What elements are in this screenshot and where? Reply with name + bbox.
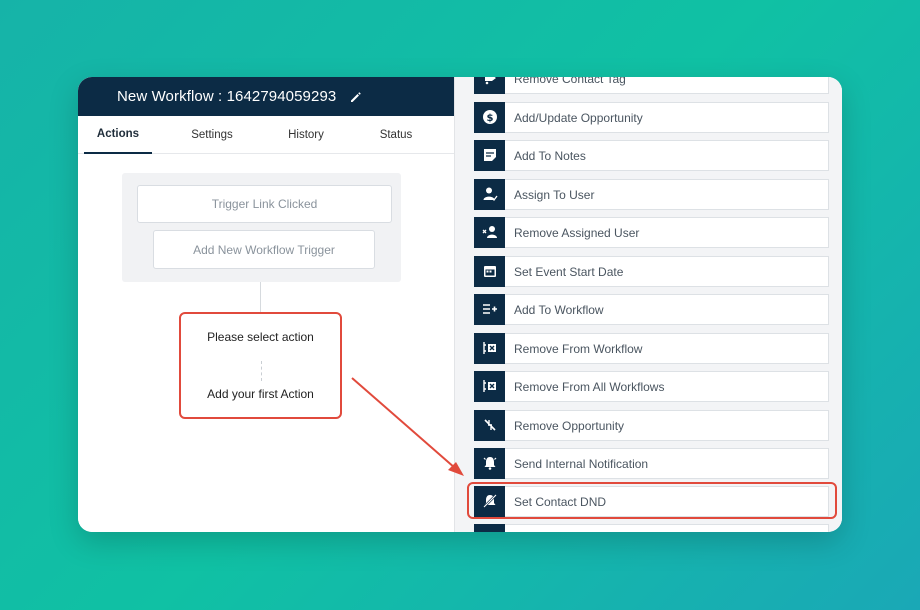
action-item-send-internal-notification[interactable]: Send Internal Notification [474, 447, 829, 479]
user-assign-icon [474, 178, 505, 210]
workflow-title: New Workflow : 1642794059293 [117, 88, 337, 105]
tab-settings[interactable]: Settings [182, 116, 242, 154]
action-item-remove-contact-tag[interactable]: Remove Contact Tag [474, 77, 829, 94]
workflow-header: New Workflow : 1642794059293 [78, 77, 454, 116]
workflow-builder-panel: New Workflow : 1642794059293 Actions Set… [78, 77, 454, 532]
opportunity-remove-icon [474, 409, 505, 441]
svg-text:$: $ [486, 113, 493, 124]
action-item-label: Set Event Start Date [514, 264, 624, 279]
trigger-container: Trigger Link Clicked Add New Workflow Tr… [122, 173, 401, 282]
action-item-assign-to-user[interactable]: Assign To User [474, 178, 829, 210]
action-item-label: Remove From All Workflows [514, 379, 665, 394]
add-workflow-trigger-button[interactable]: Add New Workflow Trigger [153, 230, 375, 269]
action-item-label: Send Internal Notification [514, 456, 649, 471]
action-item-label: Remove Assigned User [514, 225, 640, 240]
workflow-card: New Workflow : 1642794059293 Actions Set… [78, 77, 842, 532]
action-item-label: Remove From Workflow [514, 341, 643, 356]
add-first-action-button[interactable]: Add your first Action [181, 387, 340, 401]
list-remove-icon [474, 332, 505, 364]
action-item-add-to-notes[interactable]: Add To Notes [474, 139, 829, 171]
notes-icon [474, 139, 505, 171]
action-item-label: Add To Notes [514, 148, 586, 163]
actions-list-panel: Remove Contact Tag $ Add/Update Opportun… [454, 77, 842, 532]
bell-icon [474, 447, 505, 479]
action-item-add-update-opportunity[interactable]: $ Add/Update Opportunity [474, 101, 829, 133]
dollar-icon: $ [474, 101, 505, 133]
select-action-label[interactable]: Please select action [181, 330, 340, 344]
highlight-set-contact-dnd [467, 482, 837, 519]
calendar-icon [474, 255, 505, 287]
action-item-next[interactable] [474, 523, 829, 532]
user-remove-icon [474, 216, 505, 248]
trigger-link-clicked[interactable]: Trigger Link Clicked [137, 185, 392, 223]
connector-line [260, 282, 261, 312]
list-remove-all-icon [474, 370, 505, 402]
action-item-label: Remove Opportunity [514, 418, 625, 433]
action-item-remove-opportunity[interactable]: Remove Opportunity [474, 409, 829, 441]
tag-remove-icon [474, 77, 505, 94]
action-item-set-event-start-date[interactable]: Set Event Start Date [474, 255, 829, 287]
workflow-tabs: Actions Settings History Status [78, 116, 454, 154]
action-item-label: Add To Workflow [514, 302, 604, 317]
action-icon [474, 523, 505, 532]
action-placeholder-box: Please select action Add your first Acti… [179, 312, 342, 419]
tab-status[interactable]: Status [370, 116, 422, 154]
action-item-add-to-workflow[interactable]: Add To Workflow [474, 293, 829, 325]
action-item-label: Add/Update Opportunity [514, 110, 643, 125]
edit-pencil-icon[interactable] [350, 91, 362, 103]
dashed-connector [261, 361, 262, 381]
action-item-label: Remove Contact Tag [514, 77, 626, 86]
tab-actions[interactable]: Actions [84, 116, 152, 154]
list-add-icon [474, 293, 505, 325]
action-item-remove-assigned-user[interactable]: Remove Assigned User [474, 216, 829, 248]
tab-history[interactable]: History [278, 116, 334, 154]
action-item-remove-from-all-workflows[interactable]: Remove From All Workflows [474, 370, 829, 402]
action-item-remove-from-workflow[interactable]: Remove From Workflow [474, 332, 829, 364]
action-item-label: Assign To User [514, 187, 595, 202]
